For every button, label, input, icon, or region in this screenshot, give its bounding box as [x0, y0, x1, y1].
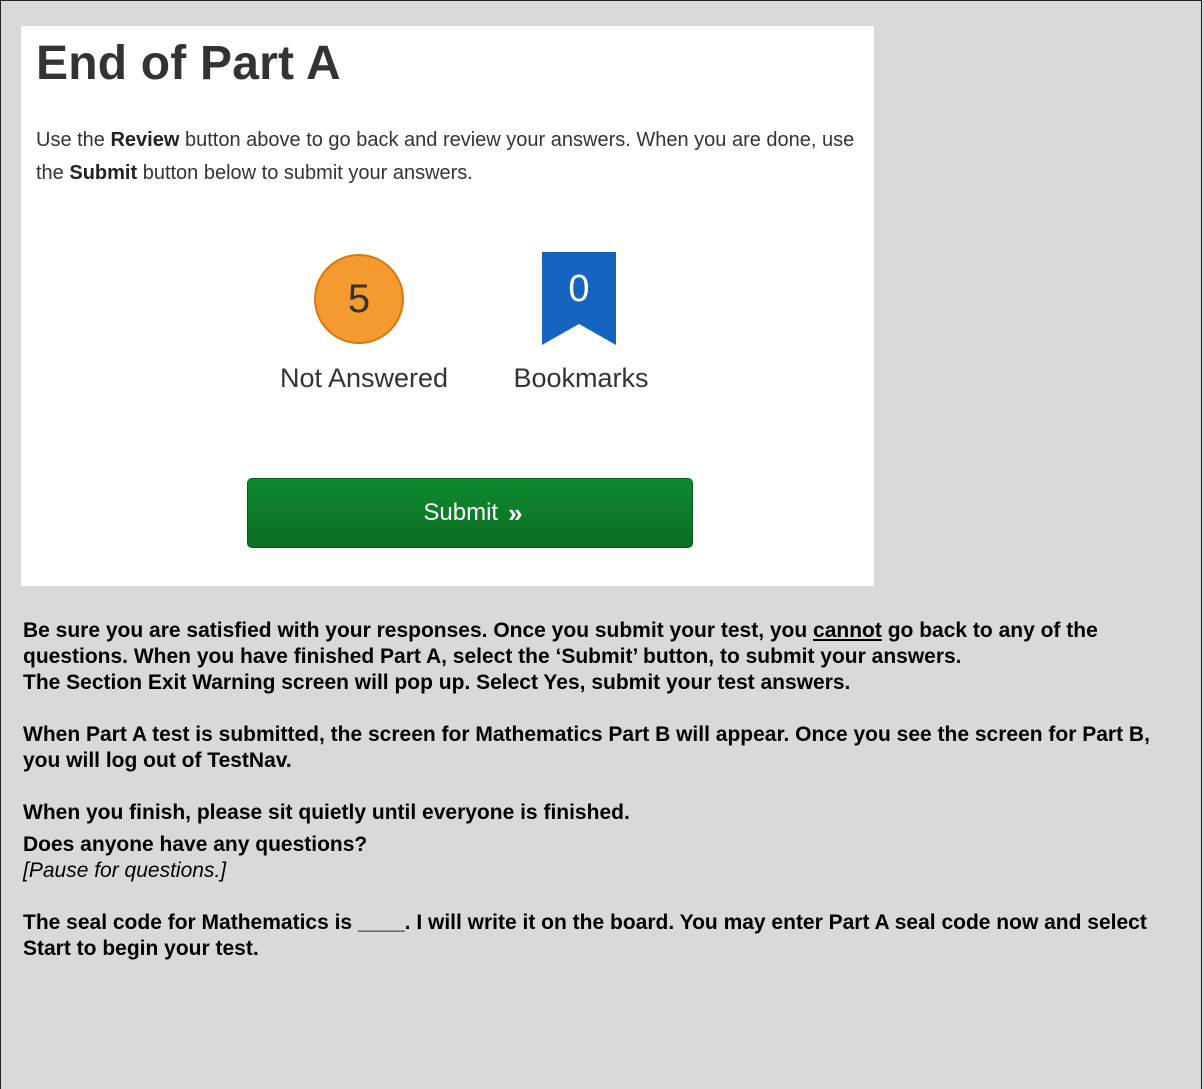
- cannot-emphasis: cannot: [813, 619, 882, 642]
- screenshot-panel: End of Part A Use the Review button abov…: [21, 26, 874, 586]
- paragraph-submit-warning: Be sure you are satisfied with your resp…: [23, 619, 1098, 668]
- submit-keyword: Submit: [69, 162, 138, 184]
- paragraph-part-b: When Part A test is submitted, the scree…: [23, 723, 1150, 772]
- submit-button[interactable]: Submit »: [247, 478, 693, 548]
- script-text: Be sure you are satisfied with your resp…: [23, 618, 1193, 962]
- bookmarks-label: Bookmarks: [513, 363, 649, 393]
- not-answered-label: Not Answered: [279, 363, 449, 393]
- instructions: Use the Review button above to go back a…: [36, 129, 855, 184]
- page-title: End of Part A: [36, 37, 341, 90]
- submit-label: Submit: [423, 499, 499, 526]
- not-answered-count-badge[interactable]: 5: [314, 254, 404, 344]
- paragraph-sit-quietly: When you finish, please sit quietly unti…: [23, 801, 630, 824]
- paragraph-questions: Does anyone have any questions?: [23, 833, 368, 856]
- bookmarks-count: 0: [568, 268, 590, 310]
- double-chevron-right-icon: »: [508, 497, 523, 528]
- paragraph-seal-code: The seal code for Mathematics is ____. I…: [23, 911, 1147, 960]
- paragraph-exit-warning: The Section Exit Warning screen will pop…: [23, 671, 851, 694]
- review-keyword: Review: [110, 129, 180, 151]
- bookmarks-badge[interactable]: 0: [542, 252, 616, 345]
- paragraph-pause: [Pause for questions.]: [23, 859, 227, 882]
- document-frame: End of Part A Use the Review button abov…: [0, 0, 1202, 1089]
